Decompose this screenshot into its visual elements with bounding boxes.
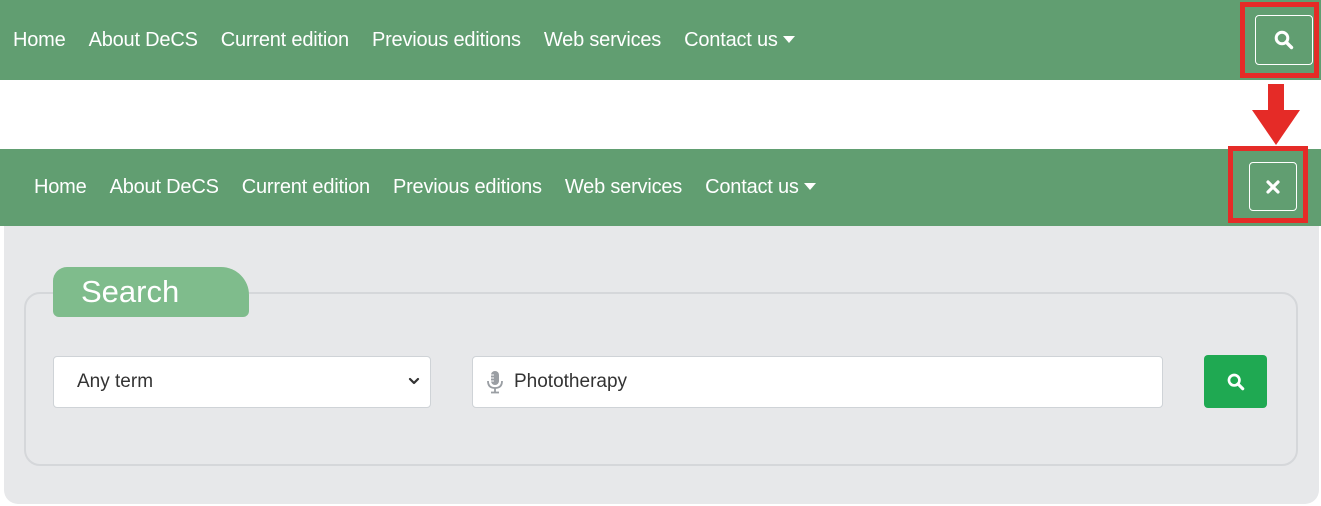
- nav-home[interactable]: Home: [13, 29, 66, 52]
- search-submit-button[interactable]: [1204, 355, 1267, 408]
- caret-down-icon: [782, 35, 795, 43]
- search-input-value: Phototherapy: [514, 371, 628, 392]
- nav-contact-us[interactable]: Contact us: [684, 29, 795, 52]
- chevron-down-icon: [408, 377, 420, 385]
- bottom-navbar: Home About DeCS Current edition Previous…: [0, 149, 1321, 226]
- close-search-button[interactable]: [1249, 162, 1297, 211]
- nav-home[interactable]: Home: [34, 176, 87, 199]
- nav-about-decs[interactable]: About DeCS: [110, 176, 219, 199]
- microphone-icon[interactable]: [486, 370, 504, 394]
- search-toggle-button[interactable]: [1255, 15, 1313, 65]
- nav-contact-us-label: Contact us: [684, 28, 778, 51]
- nav-contact-us[interactable]: Contact us: [705, 176, 816, 199]
- nav-current-edition[interactable]: Current edition: [242, 176, 370, 199]
- search-legend: Search: [53, 267, 249, 317]
- nav-current-edition[interactable]: Current edition: [221, 29, 349, 52]
- nav-previous-editions[interactable]: Previous editions: [372, 29, 521, 52]
- search-input[interactable]: Phototherapy: [472, 356, 1163, 408]
- nav-about-decs[interactable]: About DeCS: [89, 29, 198, 52]
- annotation-arrow-head: [1252, 110, 1300, 145]
- term-type-select-value: Any term: [77, 371, 154, 392]
- nav-previous-editions[interactable]: Previous editions: [393, 176, 542, 199]
- caret-down-icon: [803, 183, 816, 190]
- nav-web-services[interactable]: Web services: [544, 29, 661, 52]
- search-icon: [1227, 373, 1244, 390]
- close-icon: [1266, 179, 1280, 194]
- search-panel: Search Any term Phototherapy: [4, 226, 1319, 504]
- nav-web-services[interactable]: Web services: [565, 176, 682, 199]
- top-navbar: Home About DeCS Current edition Previous…: [0, 0, 1321, 80]
- search-icon: [1274, 30, 1294, 50]
- term-type-select[interactable]: Any term: [53, 356, 431, 408]
- nav-contact-us-label: Contact us: [705, 176, 799, 198]
